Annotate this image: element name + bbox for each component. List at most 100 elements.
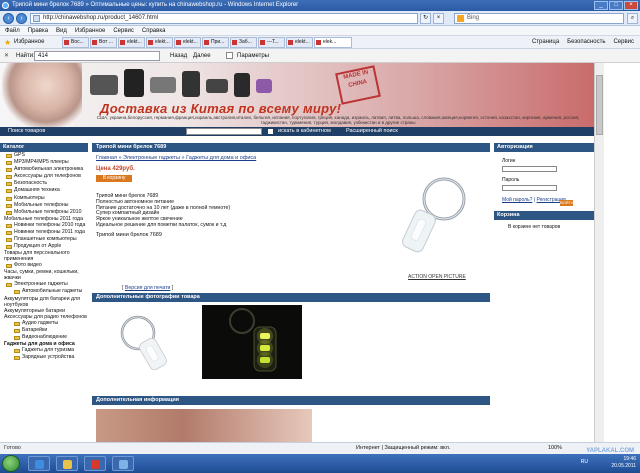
- add-to-cart-button[interactable]: В корзину: [96, 175, 132, 182]
- catalog-item[interactable]: Фото видео: [0, 262, 88, 269]
- folder-icon: [6, 203, 12, 208]
- find-options-button[interactable]: Параметры: [237, 53, 269, 59]
- favorites-button[interactable]: Избранное: [14, 39, 44, 45]
- tools-menu-button[interactable]: Сервис: [613, 39, 634, 45]
- address-field[interactable]: http://chinawebshop.ru/product_14607.htm…: [30, 13, 418, 24]
- search-input[interactable]: Bing: [454, 13, 624, 24]
- product-photo-keyring[interactable]: [114, 307, 184, 377]
- search-icon[interactable]: ⌕: [627, 13, 638, 24]
- catalog-subitem[interactable]: Аккумуляторы для батареи для ноутбуков: [0, 296, 88, 308]
- browser-tab[interactable]: elekt...: [146, 37, 173, 48]
- menu-favorites[interactable]: Избранное: [75, 28, 105, 34]
- find-bar: ✕ Найти: 414 Назад Далее Параметры: [0, 49, 640, 63]
- catalog-item[interactable]: Продукция от Apple: [0, 243, 88, 250]
- start-button[interactable]: [2, 455, 20, 472]
- scrollbar-thumb[interactable]: [596, 75, 603, 135]
- browser-tab[interactable]: ---Т...: [258, 37, 285, 48]
- catalog-subitem[interactable]: Батарейки: [0, 327, 88, 334]
- catalog-item[interactable]: Мобильные телефоны: [0, 202, 88, 209]
- minimize-button[interactable]: _: [594, 1, 608, 10]
- banner-model-image: [2, 63, 82, 127]
- browser-tab[interactable]: Заб...: [230, 37, 257, 48]
- search-in-category-label: искать в кабинетном: [278, 128, 331, 134]
- folder-icon: [14, 335, 20, 340]
- web-page: MADE IN CHINA Доставка из Китая по всему…: [0, 63, 594, 442]
- cart-title: Корзина: [494, 211, 594, 220]
- forward-icon[interactable]: ›: [16, 13, 27, 24]
- find-highlight-checkbox[interactable]: [226, 52, 233, 59]
- stop-icon[interactable]: ×: [433, 13, 444, 24]
- back-icon[interactable]: ‹: [3, 13, 14, 24]
- browser-tab[interactable]: Вот ...: [90, 37, 117, 48]
- close-button[interactable]: ×: [624, 1, 638, 10]
- browser-tab[interactable]: Вос...: [62, 37, 89, 48]
- catalog-item[interactable]: Автомобильная электроника: [0, 166, 88, 173]
- right-sidebar: Авторизация Логин Пароль ВОЙТИ Мой парол…: [494, 143, 594, 442]
- language-indicator[interactable]: RU: [581, 459, 588, 466]
- taskbar-media-app[interactable]: [112, 456, 134, 471]
- catalog-subitem[interactable]: Аудио гаджеты: [0, 320, 88, 327]
- catalog-item[interactable]: Аксессуары для телефонов: [0, 173, 88, 180]
- catalog-item[interactable]: Электронные гаджеты: [0, 281, 88, 288]
- favorites-star-icon[interactable]: ★: [4, 38, 11, 47]
- catalog-item[interactable]: Мобильные телефоны 2010: [0, 209, 88, 216]
- menu-help[interactable]: Справка: [142, 28, 166, 34]
- login-button[interactable]: ВОЙТИ: [560, 200, 574, 206]
- menu-edit[interactable]: Правка: [28, 28, 48, 34]
- search-in-category-checkbox[interactable]: [268, 129, 273, 134]
- taskbar-ie-app[interactable]: [28, 456, 50, 471]
- catalog-item[interactable]: MP3/MP4/MP5 плееры: [0, 159, 88, 166]
- catalog-subitem[interactable]: Видеонаблюдение: [0, 334, 88, 341]
- catalog-item[interactable]: Часы, сумки, ремни, кошельки, жвачки: [0, 269, 88, 281]
- catalog-item[interactable]: Безопасность: [0, 180, 88, 187]
- browser-tab-active[interactable]: elek...: [314, 37, 352, 48]
- folder-icon: [6, 230, 12, 235]
- password-field[interactable]: [502, 185, 557, 191]
- safety-menu-button[interactable]: Безопасность: [567, 39, 605, 45]
- page-menu-button[interactable]: Страница: [532, 39, 559, 45]
- breadcrumb[interactable]: Главная » Электронные гаджеты » Гаджеты …: [96, 155, 256, 161]
- product-photo-glow[interactable]: [202, 305, 302, 379]
- catalog-item[interactable]: GPS: [0, 152, 88, 159]
- login-field[interactable]: [502, 166, 557, 172]
- find-input[interactable]: 414: [34, 51, 160, 61]
- open-picture-link[interactable]: ACTION OPEN PICTURE: [408, 274, 466, 280]
- close-find-icon[interactable]: ✕: [4, 52, 9, 59]
- product-main-image[interactable]: [392, 171, 472, 271]
- zoom-level[interactable]: 100%: [548, 443, 562, 454]
- advanced-search-link[interactable]: Расширенный поиск: [346, 127, 398, 136]
- catalog-item[interactable]: Новинки телефоны 2011 года: [0, 229, 88, 236]
- browser-tab[interactable]: При...: [202, 37, 229, 48]
- browser-tab[interactable]: elekt...: [174, 37, 201, 48]
- catalog-subitem[interactable]: Зарядные устройства: [0, 354, 88, 361]
- taskbar-pdf-app[interactable]: [84, 456, 106, 471]
- menu-tools[interactable]: Сервис: [113, 28, 134, 34]
- banner-countries: США, украина,белоруссия, германия,франци…: [96, 115, 580, 125]
- browser-tab[interactable]: elekt...: [286, 37, 313, 48]
- catalog-item[interactable]: Компьютеры: [0, 195, 88, 202]
- taskbar-folder-app[interactable]: [56, 456, 78, 471]
- vertical-scrollbar[interactable]: [594, 63, 604, 442]
- catalog-sidebar: Каталог GPS MP3/MP4/MP5 плееры Автомобильн…: [0, 143, 88, 442]
- find-prev-button[interactable]: Назад: [170, 53, 187, 59]
- catalog-item[interactable]: Товары для персонального применения: [0, 250, 88, 262]
- forgot-password-link[interactable]: Мой пароль?: [502, 197, 532, 203]
- catalog-subitem[interactable]: Гаджеты для туризма: [0, 347, 88, 354]
- login-form: Логин Пароль ВОЙТИ Мой пароль? | Регистр…: [494, 158, 594, 206]
- menu-file[interactable]: Файл: [5, 28, 20, 34]
- catalog-item-label: Батарейки: [22, 326, 48, 333]
- menu-view[interactable]: Вид: [56, 28, 67, 34]
- print-version-link[interactable]: Версия для печати: [125, 285, 171, 291]
- site-search-input[interactable]: [186, 128, 262, 135]
- refresh-icon[interactable]: ↻: [420, 13, 431, 24]
- find-next-button[interactable]: Далее: [193, 53, 211, 59]
- maximize-button[interactable]: □: [609, 1, 623, 10]
- catalog-item[interactable]: Домашняя техника: [0, 187, 88, 194]
- catalog-subitem[interactable]: Автомобильные гаджеты: [0, 288, 88, 295]
- print-bracket-right: ]: [170, 285, 174, 291]
- browser-tab[interactable]: elekt...: [118, 37, 145, 48]
- security-zone[interactable]: Интернет | Защищенный режим: вкл.: [356, 443, 450, 454]
- folder-icon: [6, 210, 12, 215]
- catalog-item[interactable]: Планшетные компьютеры: [0, 236, 88, 243]
- catalog-item[interactable]: Новинки телефоны 2010 года: [0, 222, 88, 229]
